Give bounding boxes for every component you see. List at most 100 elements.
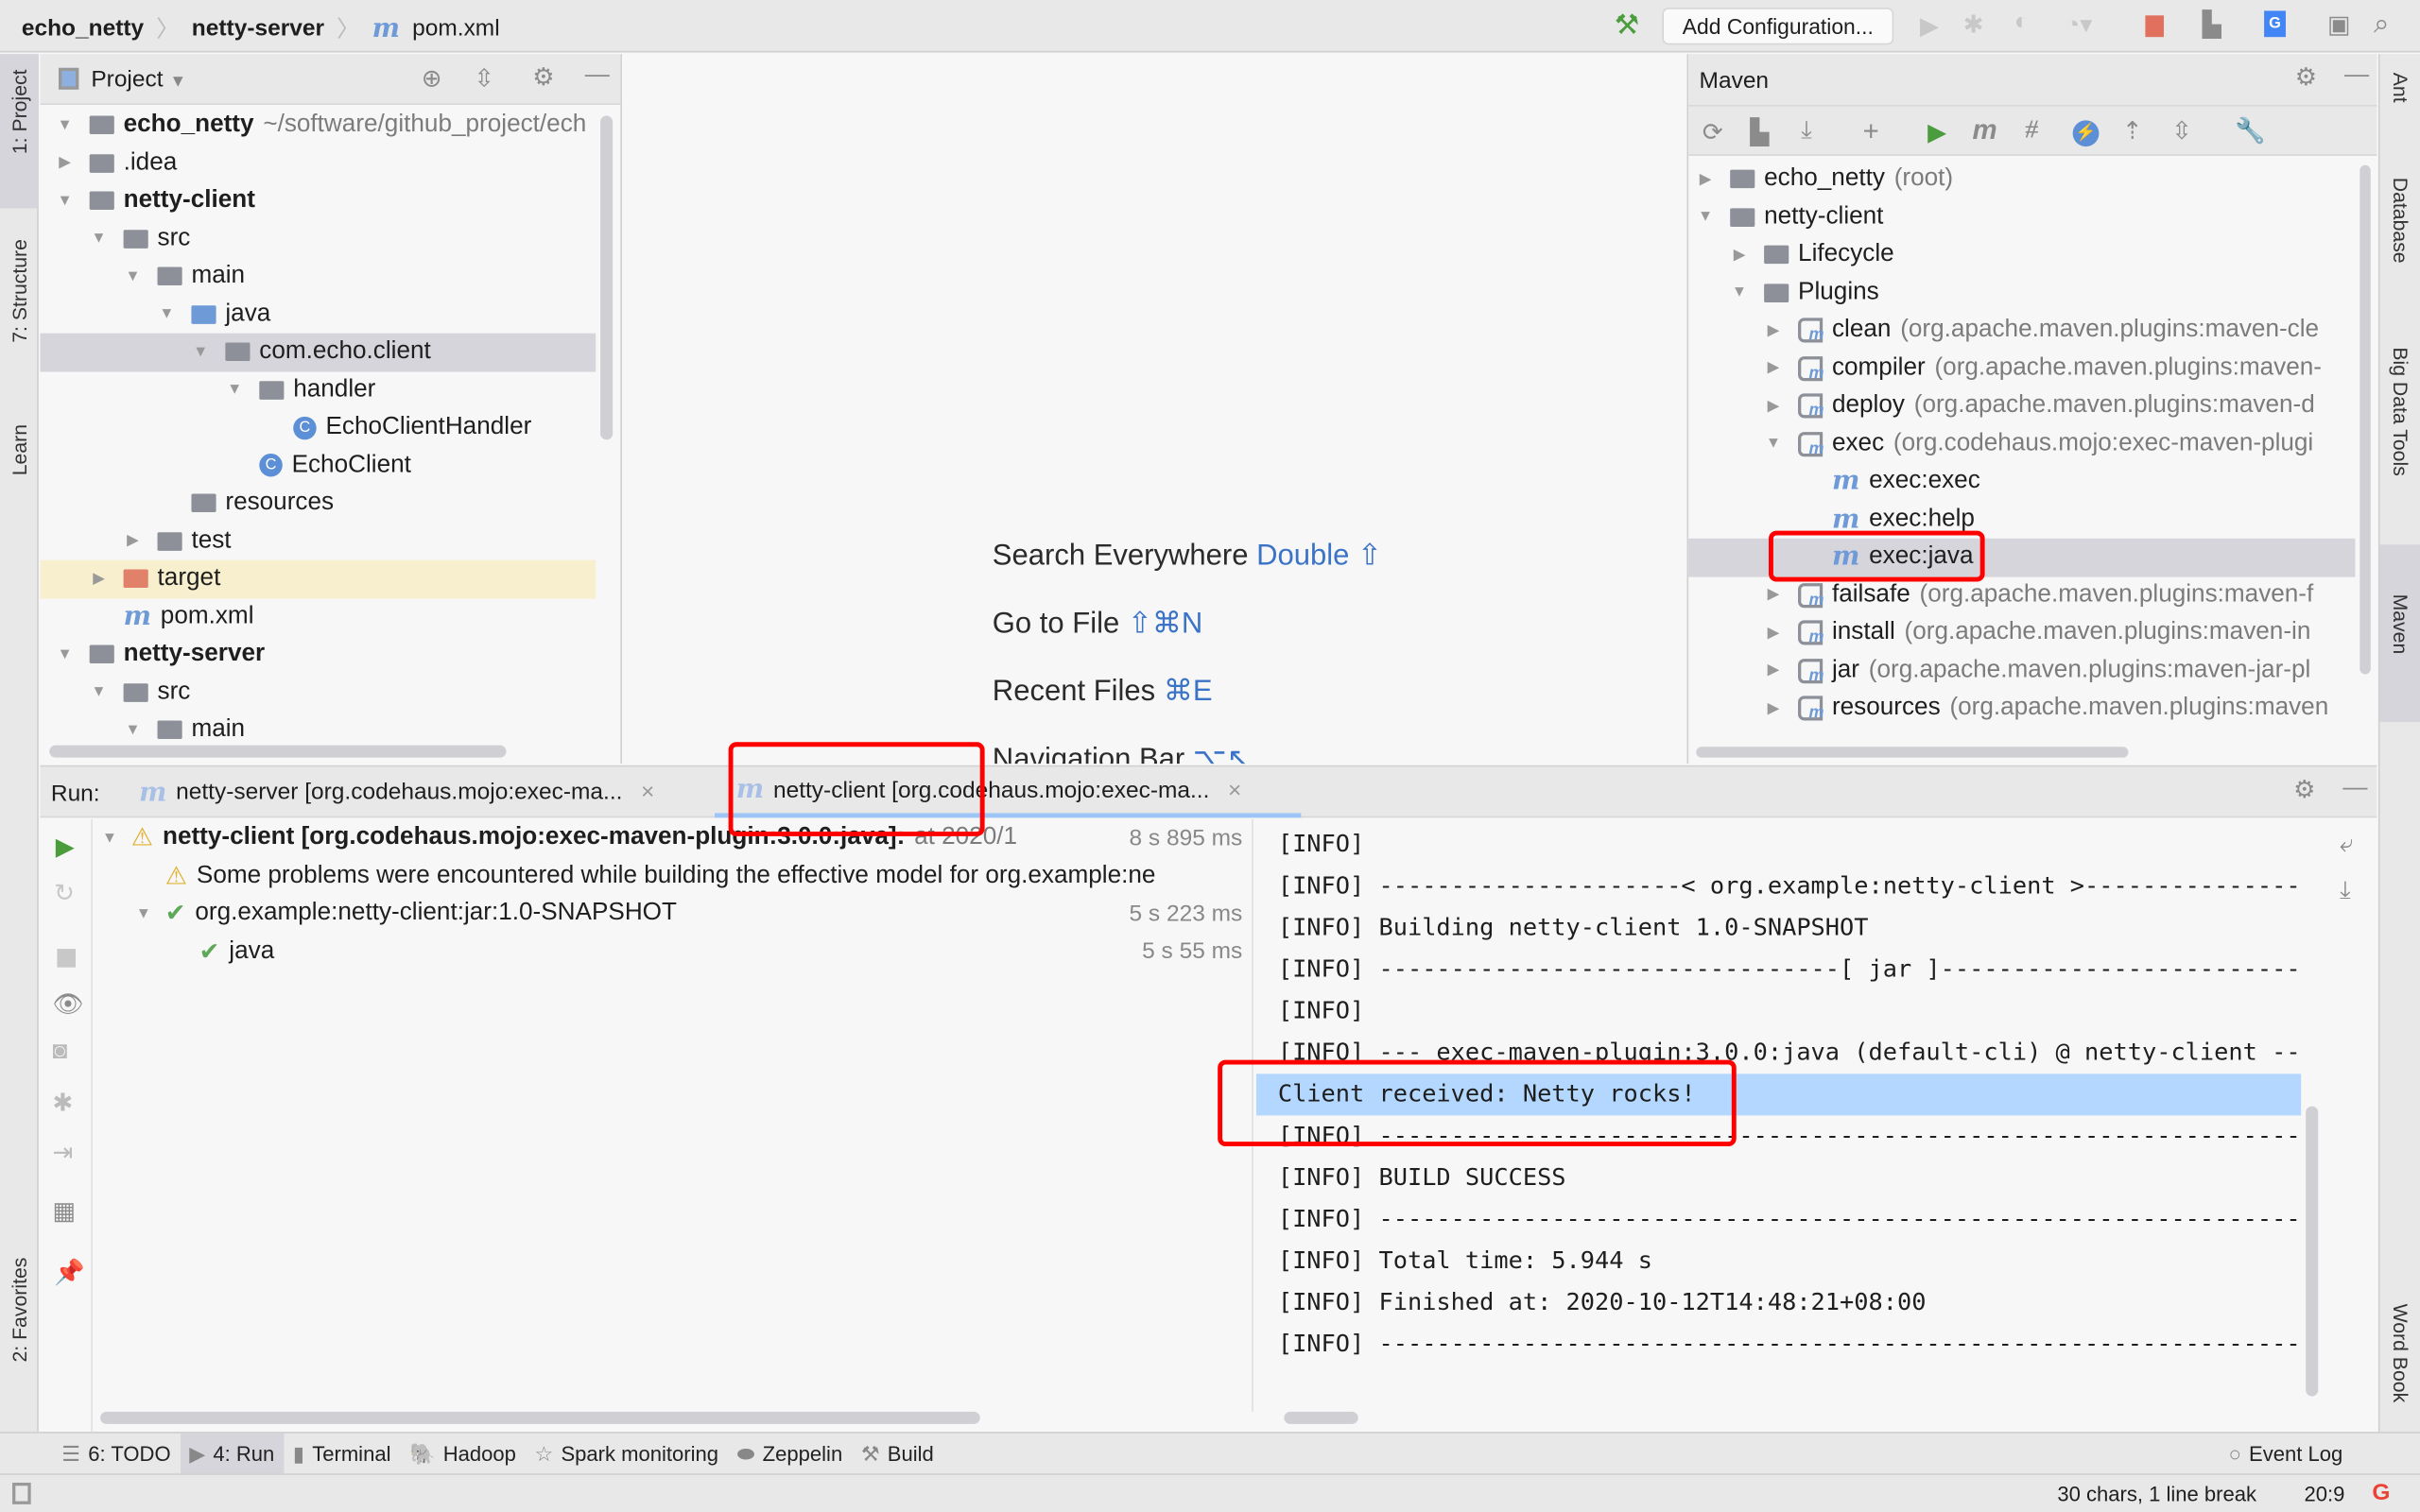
locate-icon[interactable]: ⊕: [422, 63, 442, 94]
maven-gear-icon[interactable]: ⚙: [2295, 61, 2317, 93]
project-view-selector[interactable]: Project ▼: [91, 66, 186, 93]
tool-window-maven[interactable]: Maven: [2389, 594, 2411, 655]
tree-node[interactable]: ▶ clean (org.apache.maven.plugins:maven-cl…: [1688, 312, 2355, 350]
tree-node[interactable]: ▼ src: [40, 220, 596, 258]
tree-node[interactable]: ▶ jar (org.apache.maven.plugins:maven-jar-…: [1688, 652, 2355, 690]
tree-node[interactable]: ▶ compiler (org.apache.maven.plugins:maven…: [1688, 350, 2355, 387]
expanded-arrow-icon[interactable]: ▼: [1730, 284, 1749, 301]
add-configuration-button[interactable]: Add Configuration...: [1662, 8, 1894, 45]
tree-node[interactable]: C EchoClientHandler: [40, 409, 596, 447]
expanded-arrow-icon[interactable]: ▼: [191, 344, 210, 361]
expanded-arrow-icon[interactable]: ▼: [56, 117, 75, 134]
tree-node[interactable]: ▶ Lifecycle: [1688, 236, 2355, 274]
tree-node[interactable]: resources: [40, 485, 596, 523]
tree-node[interactable]: ▶ resources (org.apache.maven.plugins:mave…: [1688, 690, 2355, 728]
tree-node[interactable]: ▼ netty-client: [40, 182, 596, 220]
expanded-arrow-icon[interactable]: ▼: [124, 722, 143, 739]
tool-todo[interactable]: ☰ 6: TODO: [53, 1434, 181, 1475]
build-tree-node[interactable]: ✔ java 5 s 55 ms: [95, 933, 1243, 971]
generate-sources-icon[interactable]: ▙: [1750, 117, 1769, 148]
show-dependencies-icon[interactable]: ⇡: [2122, 115, 2143, 146]
rerun-failed-icon[interactable]: ↻: [54, 878, 75, 909]
tree-node[interactable]: ▶ deploy (org.apache.maven.plugins:maven-d: [1688, 387, 2355, 425]
tool-spark-monitoring[interactable]: ☆ Spark monitoring: [526, 1434, 728, 1475]
project-structure-icon[interactable]: ▙: [2203, 9, 2221, 41]
collapsed-arrow-icon[interactable]: ▶: [1764, 322, 1783, 339]
tree-node[interactable]: C EchoClient: [40, 447, 596, 485]
collapsed-arrow-icon[interactable]: ▶: [1764, 662, 1783, 679]
project-horizontal-scrollbar[interactable]: [49, 745, 507, 758]
collapsed-arrow-icon[interactable]: ▶: [1764, 587, 1783, 604]
run-anything-icon[interactable]: ▣: [2327, 9, 2351, 41]
breadcrumb-module[interactable]: netty-server: [192, 15, 324, 42]
expanded-arrow-icon[interactable]: ▼: [134, 905, 153, 922]
show-passed-icon[interactable]: 👁: [53, 989, 84, 1021]
build-tree-node[interactable]: ▼ ✔ org.example:netty-client:jar:1.0-SNAPS…: [95, 895, 1243, 933]
tree-node[interactable]: m pom.xml: [40, 598, 596, 636]
soft-wrap-icon[interactable]: ⤶: [2340, 832, 2354, 859]
expanded-arrow-icon[interactable]: ▼: [56, 193, 75, 210]
expanded-arrow-icon[interactable]: ▼: [1696, 209, 1715, 226]
execute-goal-icon[interactable]: m: [1973, 114, 1997, 146]
close-tab-icon[interactable]: ×: [1228, 777, 1241, 803]
tree-node[interactable]: ▶ test: [40, 523, 596, 560]
console-horizontal-scrollbar[interactable]: [1284, 1411, 1358, 1424]
tool-window-structure[interactable]: 7: Structure: [8, 239, 30, 343]
pin-icon[interactable]: 📌: [54, 1258, 85, 1289]
expanded-arrow-icon[interactable]: ▼: [225, 382, 244, 399]
breadcrumb-file[interactable]: pom.xml: [412, 15, 500, 42]
expanded-arrow-icon[interactable]: ▼: [1764, 436, 1783, 453]
rerun-icon[interactable]: ▶: [56, 832, 75, 863]
add-icon[interactable]: +: [1863, 115, 1879, 147]
tool-window-big-data-tools[interactable]: Big Data Tools: [2389, 347, 2411, 475]
wrench-icon[interactable]: 🔧: [2235, 115, 2266, 146]
collapsed-arrow-icon[interactable]: ▶: [1730, 247, 1749, 264]
tree-node[interactable]: ▶ .idea: [40, 145, 596, 182]
download-icon[interactable]: ⤓: [1801, 117, 1812, 145]
tool-build[interactable]: ⚒ Build: [852, 1434, 943, 1475]
gear-icon[interactable]: ⚙: [532, 61, 554, 93]
build-tree-node[interactable]: ▼ ⚠ netty-client [org.codehaus.mojo:exec-m…: [95, 819, 1242, 857]
run-tab-netty-server[interactable]: m netty-server [org.codehaus.mojo:exec-ma…: [132, 766, 660, 817]
tool-event-log[interactable]: ○ Event Log: [2220, 1434, 2352, 1475]
debug-icon[interactable]: ✱: [53, 1088, 74, 1119]
run-gear-icon[interactable]: ⚙: [2293, 775, 2315, 806]
tree-node[interactable]: ▼ Plugins: [1688, 274, 2355, 312]
expanded-arrow-icon[interactable]: ▼: [90, 231, 109, 248]
maven-vertical-scrollbar[interactable]: [2360, 164, 2371, 675]
collapsed-arrow-icon[interactable]: ▶: [90, 571, 109, 588]
tree-node[interactable]: m exec:exec: [1688, 463, 2355, 501]
run-minimize-icon[interactable]: —: [2342, 775, 2367, 802]
tool-terminal[interactable]: ▮ Terminal: [284, 1434, 400, 1475]
tree-node[interactable]: ▼ netty-client: [1688, 198, 2355, 236]
tool-zeppelin[interactable]: ⬬ Zeppelin: [728, 1434, 852, 1475]
collapse-all-icon[interactable]: ⇳: [474, 63, 494, 94]
tree-node[interactable]: ▶ target: [40, 559, 596, 598]
import-icon[interactable]: ⇥: [53, 1137, 74, 1168]
tree-node[interactable]: ▼ netty-server: [40, 636, 596, 674]
tree-node[interactable]: ▼ java: [40, 296, 596, 334]
tree-node[interactable]: ▶ install (org.apache.maven.plugins:maven-…: [1688, 614, 2355, 652]
collapsed-arrow-icon[interactable]: ▶: [1764, 700, 1783, 717]
build-hammer-icon[interactable]: ⚒: [1615, 9, 1639, 42]
tool-run[interactable]: ▶ 4: Run: [180, 1433, 285, 1475]
minimize-icon[interactable]: —: [585, 61, 610, 89]
collapsed-arrow-icon[interactable]: ▶: [1764, 360, 1783, 377]
scroll-to-end-icon[interactable]: ⤓: [2340, 878, 2351, 905]
run-icon[interactable]: ▶: [1920, 10, 1939, 42]
expanded-arrow-icon[interactable]: ▼: [90, 684, 109, 701]
tool-window-project[interactable]: 1: Project: [8, 69, 30, 154]
tree-node[interactable]: ▼ main: [40, 258, 596, 296]
expanded-arrow-icon[interactable]: ▼: [124, 268, 143, 285]
collapse-icon[interactable]: ⇳: [2171, 115, 2192, 146]
tree-node[interactable]: ▼ main: [40, 712, 596, 749]
toggle-tool-windows-icon[interactable]: [12, 1482, 31, 1504]
project-vertical-scrollbar[interactable]: [600, 115, 614, 440]
expanded-arrow-icon[interactable]: ▼: [158, 306, 177, 323]
tree-node[interactable]: ▼ handler: [40, 371, 596, 409]
stop-icon[interactable]: [2145, 15, 2164, 38]
expanded-arrow-icon[interactable]: ▼: [100, 830, 119, 847]
tree-node[interactable]: ▼ src: [40, 674, 596, 712]
skip-tests-icon[interactable]: ⚡: [2072, 120, 2100, 147]
tool-window-database[interactable]: Database: [2389, 178, 2411, 264]
